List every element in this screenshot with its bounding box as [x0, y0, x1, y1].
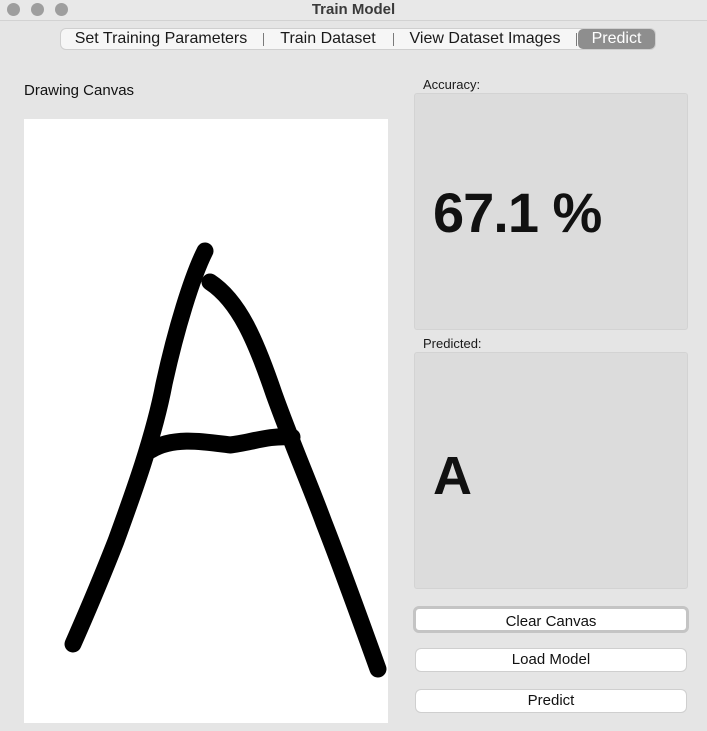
accuracy-panel: 67.1 %: [414, 93, 688, 330]
predicted-label: Predicted:: [423, 336, 482, 351]
tab-set-training-parameters[interactable]: Set Training Parameters: [61, 29, 261, 49]
tab-train-dataset[interactable]: Train Dataset: [265, 29, 391, 49]
tab-view-dataset-images[interactable]: View Dataset Images: [395, 29, 575, 49]
title-bar: Train Model: [0, 0, 707, 21]
accuracy-label: Accuracy:: [423, 77, 481, 92]
tab-predict[interactable]: Predict: [578, 29, 655, 49]
tab-bar: Set Training Parameters Train Dataset Vi…: [60, 28, 656, 50]
predicted-value: A: [433, 446, 472, 506]
predict-button[interactable]: Predict: [415, 689, 687, 713]
window-title: Train Model: [311, 1, 396, 18]
load-model-button[interactable]: Load Model: [415, 648, 687, 672]
tab-separator: [263, 33, 264, 46]
handwritten-a-strokes: [64, 242, 387, 678]
drawing-canvas-label: Drawing Canvas: [24, 82, 135, 99]
right-stroke: [201, 273, 387, 678]
tab-separator: [576, 33, 577, 46]
predicted-panel: A: [414, 352, 688, 589]
clear-canvas-button[interactable]: Clear Canvas: [413, 606, 689, 633]
drawing-canvas[interactable]: [24, 119, 388, 723]
crossbar-stroke: [142, 428, 301, 459]
tab-separator: [393, 33, 394, 46]
accuracy-value: 67.1 %: [433, 181, 602, 244]
